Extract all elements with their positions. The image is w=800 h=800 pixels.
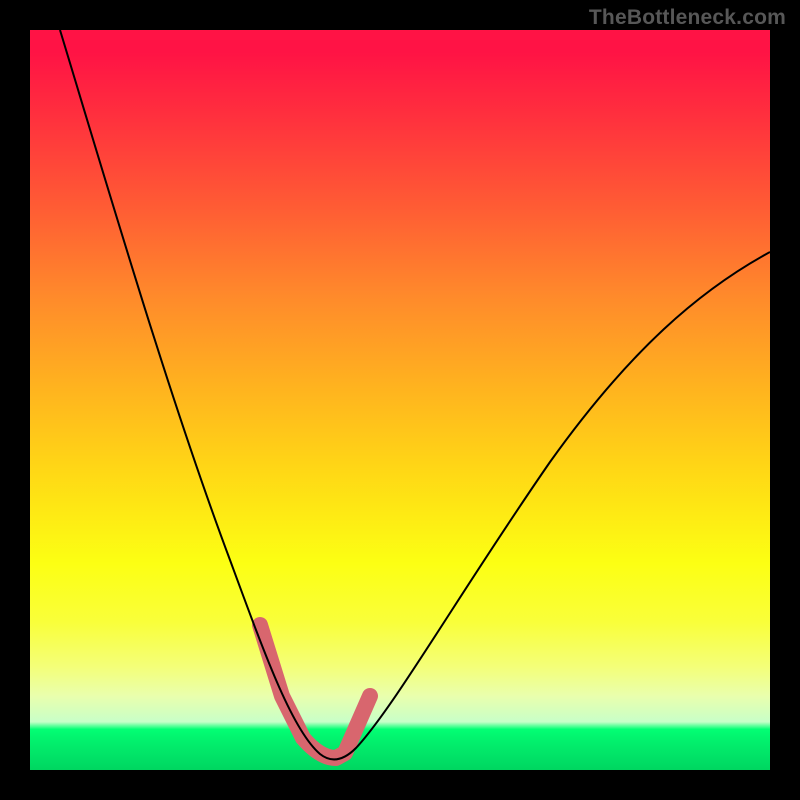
bottleneck-curve xyxy=(60,30,770,759)
curves-svg xyxy=(30,30,770,770)
plot-area xyxy=(30,30,770,770)
optimal-zone-highlight xyxy=(260,625,370,758)
watermark-text: TheBottleneck.com xyxy=(589,6,786,30)
chart-frame: TheBottleneck.com xyxy=(0,0,800,800)
